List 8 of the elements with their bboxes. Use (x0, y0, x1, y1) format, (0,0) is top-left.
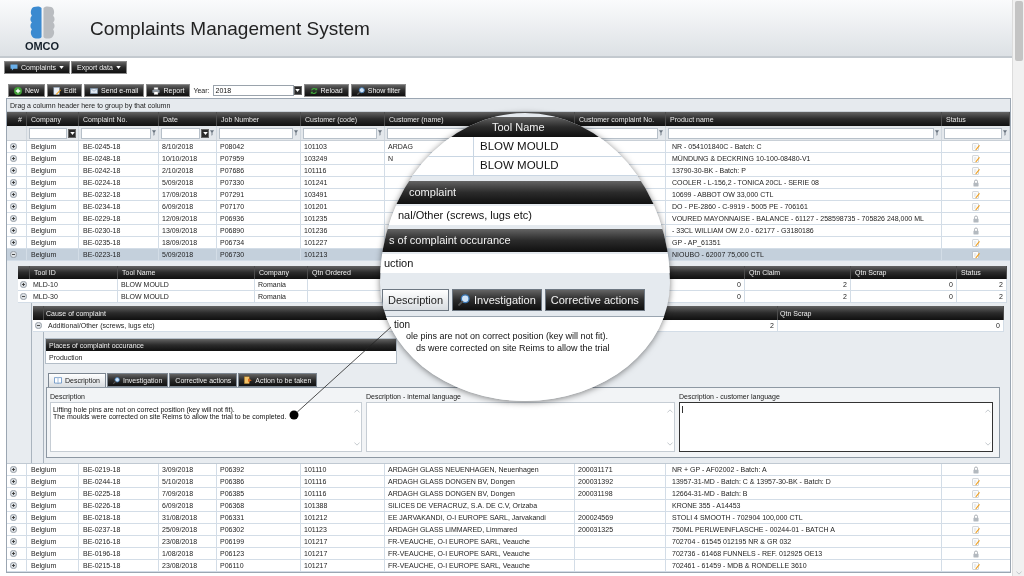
table-cell: uction (380, 254, 670, 273)
app-title: Complaints Management System (90, 18, 370, 38)
table-cell-text: BLOW MOULD (479, 160, 559, 172)
field-text: ole pins are not on correct position (key will not fit). ds were corrected on site Reims to allow the trial (405, 332, 610, 353)
column-header: s of complaint occurance (380, 229, 670, 252)
field-label: tion (394, 320, 411, 330)
logo-text: OMCO (24, 41, 60, 52)
table-cell-text: BLOW MOULD (479, 140, 559, 152)
